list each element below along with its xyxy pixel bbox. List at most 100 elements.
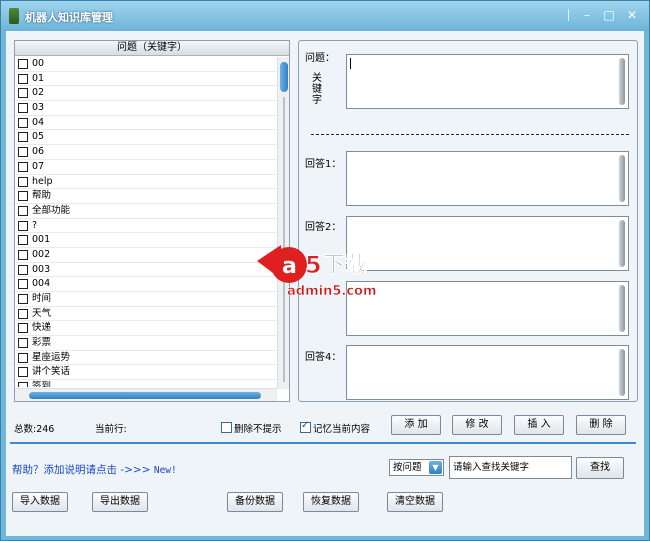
minimize-icon[interactable]: – [577,7,597,23]
list-item[interactable]: 001 [15,233,277,248]
list-item[interactable]: 00 [15,57,277,72]
list-item-checkbox[interactable] [18,147,28,158]
list-item-checkbox[interactable] [18,117,28,128]
list-item[interactable]: 彩票 [15,336,277,351]
list-item-checkbox[interactable] [18,73,28,84]
restore-button[interactable]: 恢复数据 [303,492,359,512]
export-button[interactable]: 导出数据 [92,492,148,512]
list-item-checkbox[interactable] [18,308,28,319]
delete-no-prompt-checkbox[interactable] [221,422,232,433]
maximize-icon[interactable]: □ [599,7,619,23]
list-item[interactable]: 时间 [15,292,277,307]
list-item-checkbox[interactable] [18,279,28,290]
list-item[interactable]: help [15,175,277,190]
horizontal-scrollbar[interactable] [15,388,277,401]
window-title: 机器人知识库管理 [25,11,113,24]
title-separator [568,9,569,21]
textbox-scrollbar[interactable] [619,58,625,105]
list-item-label: 07 [32,160,45,172]
remember-content-label: 记忆当前内容 [313,424,371,435]
list-item-checkbox[interactable] [18,132,28,143]
backup-button[interactable]: 备份数据 [227,492,283,512]
list-item[interactable]: 002 [15,248,277,263]
list-item-checkbox[interactable] [18,176,28,187]
help-link[interactable]: 帮助？添加说明请点击 ->>> New! [12,462,177,477]
text-caret [350,58,351,69]
vertical-scrollbar[interactable] [277,57,289,389]
list-item[interactable]: ? [15,219,277,234]
list-item[interactable]: 快递 [15,321,277,337]
list-item-checkbox[interactable] [18,103,28,114]
textbox-scrollbar[interactable] [619,220,625,267]
chevron-down-icon[interactable]: ▼ [429,461,442,474]
list-item[interactable]: 全部功能 [15,204,277,219]
list-item-checkbox[interactable] [18,249,28,260]
list-item-label: 讲个笑话 [32,366,71,378]
add-button[interactable]: 添 加 [391,415,441,435]
search-button[interactable]: 查找 [576,457,624,479]
list-item-label: 001 [32,234,51,246]
keyword-label: 关键字 [312,73,322,106]
list-item[interactable]: 星座运势 [15,351,277,366]
modify-button[interactable]: 修 改 [452,415,502,435]
list-item[interactable]: 02 [15,86,277,102]
delete-no-prompt-label: 删除不提示 [234,424,282,435]
list-item-checkbox[interactable] [18,264,28,275]
delete-button[interactable]: 删 除 [576,415,626,435]
list-item-label: 帮助 [32,190,52,202]
list-item-label: 全部功能 [32,204,71,216]
list-item[interactable]: 天气 [15,307,277,322]
list-item-checkbox[interactable] [18,352,28,363]
list-item-checkbox[interactable] [18,88,28,99]
scrollbar-thumb[interactable] [280,62,288,92]
list-item-checkbox[interactable] [18,367,28,378]
list-item[interactable]: 04 [15,116,277,131]
list-item[interactable]: 讲个笑话 [15,365,277,381]
list-header[interactable]: 问题（关键字） [15,41,289,56]
list-item-checkbox[interactable] [18,235,28,246]
list-item[interactable]: 帮助 [15,189,277,204]
list-item-checkbox[interactable] [18,323,28,334]
list-item-label: 002 [32,248,51,260]
import-button[interactable]: 导入数据 [12,492,68,512]
list-item[interactable]: 01 [15,72,277,87]
list-item-checkbox[interactable] [18,161,28,172]
answer1-input[interactable] [346,151,629,206]
list-item-label: 彩票 [32,337,52,349]
help-text: 帮助？添加说明请点击 ->>> [12,464,154,476]
list-item[interactable]: 07 [15,160,277,175]
answer4-input[interactable] [346,345,629,400]
list-item-label: 03 [32,102,45,114]
textbox-scrollbar[interactable] [619,155,625,202]
insert-button[interactable]: 插 入 [514,415,564,435]
textbox-scrollbar[interactable] [619,285,625,332]
search-input[interactable]: 请输入查找关键字 [449,456,572,479]
list-item-checkbox[interactable] [18,59,28,69]
list-item[interactable]: 003 [15,263,277,278]
list-item-checkbox[interactable] [18,205,28,216]
question-list[interactable]: 问题（关键字） 00 01 02 03 04 05 06 07 help 帮助全部功能? 001 00… [14,40,290,402]
scrollbar-thumb[interactable] [29,392,261,399]
list-item-checkbox[interactable] [18,191,28,202]
list-item-checkbox[interactable] [18,294,28,304]
title-bar[interactable]: 机器人知识库管理 – □ ✕ [1,1,649,31]
list-item-label: 签到 [32,381,52,387]
answer1-label: 回答1： [305,159,342,170]
list-item-label: help [32,175,53,187]
clear-button[interactable]: 清空数据 [387,492,443,512]
remember-content-checkbox[interactable] [300,420,311,433]
close-icon[interactable]: ✕ [622,7,642,23]
list-item[interactable]: 05 [15,130,277,146]
list-item-checkbox[interactable] [18,382,28,387]
list-item-checkbox[interactable] [18,338,28,349]
question-input[interactable] [346,54,629,109]
textbox-scrollbar[interactable] [619,349,625,396]
list-item[interactable]: 06 [15,145,277,160]
list-item[interactable]: 03 [15,101,277,116]
list-item-checkbox[interactable] [18,220,28,231]
search-mode-select[interactable]: 按问题 ▼ [389,459,444,476]
list-item[interactable]: 签到 [15,380,277,387]
watermark-logo: a 5 下载 admin5.com [257,245,377,299]
help-new: New! [153,465,177,476]
list-item[interactable]: 004 [15,277,277,292]
